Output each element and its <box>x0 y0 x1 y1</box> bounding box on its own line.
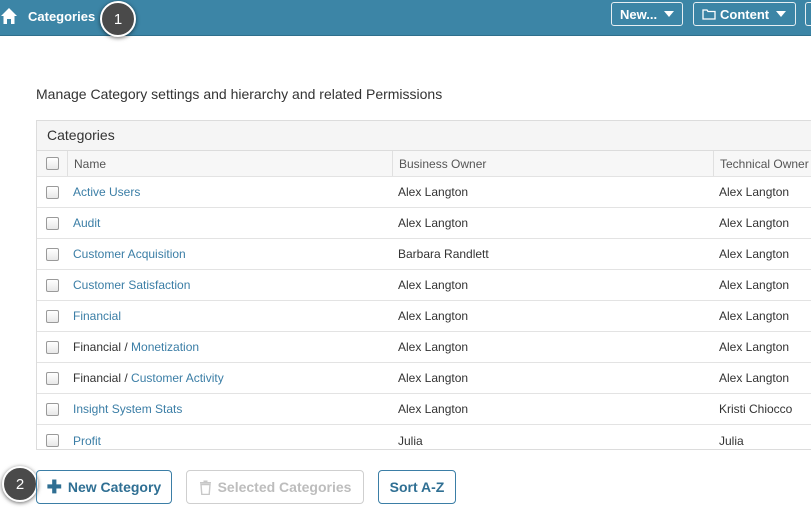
folder-icon <box>702 9 716 20</box>
table-row: Customer Satisfaction Alex Langton Alex La… <box>37 270 811 301</box>
chevron-down-icon <box>664 11 675 17</box>
table-row: Active Users Alex Langton Alex Langton <box>37 177 811 208</box>
category-link[interactable]: Monetization <box>131 340 199 354</box>
technical-owner: Alex Langton <box>719 309 790 323</box>
step-marker-1: 1 <box>100 1 136 37</box>
new-category-button[interactable]: ✚ New Category <box>36 470 172 504</box>
overflow-button[interactable] <box>805 2 811 26</box>
step-marker-2: 2 <box>2 466 38 502</box>
category-link[interactable]: Customer Activity <box>131 371 224 385</box>
table-row: Customer Acquisition Barbara Randlett Alex… <box>37 239 811 270</box>
categories-panel: Categories Name Business Owner Technical… <box>36 120 811 450</box>
selected-categories-label: Selected Categories <box>217 479 352 495</box>
business-owner: Alex Langton <box>398 278 469 292</box>
table-row: Insight System Stats Alex Langton Kristi C… <box>37 394 811 425</box>
business-owner: Alex Langton <box>398 340 469 354</box>
technical-owner: Alex Langton <box>719 371 790 385</box>
sort-az-button[interactable]: Sort A-Z <box>378 470 456 504</box>
row-checkbox[interactable] <box>45 278 59 292</box>
parent-category: Financial / <box>73 371 132 385</box>
row-checkbox[interactable] <box>45 185 59 199</box>
business-owner: Julia <box>398 433 423 448</box>
row-checkbox[interactable] <box>45 402 59 416</box>
business-owner: Barbara Randlett <box>398 247 489 261</box>
new-menu-button[interactable]: New... <box>611 2 683 26</box>
row-checkbox[interactable] <box>45 371 59 385</box>
category-link[interactable]: Profit <box>73 434 101 448</box>
category-link[interactable]: Customer Satisfaction <box>73 278 190 292</box>
parent-category: Financial / <box>73 340 132 354</box>
row-checkbox[interactable] <box>45 434 59 447</box>
technical-owner: Alex Langton <box>719 185 790 199</box>
category-link[interactable]: Audit <box>73 216 100 230</box>
table-header-row: Name Business Owner Technical Owner <box>37 151 811 177</box>
selected-categories-button[interactable]: Selected Categories <box>186 470 364 504</box>
table-row: Audit Alex Langton Alex Langton <box>37 208 811 239</box>
row-checkbox[interactable] <box>45 247 59 261</box>
row-checkbox[interactable] <box>45 216 59 230</box>
chevron-down-icon <box>776 11 787 17</box>
business-owner: Alex Langton <box>398 185 469 199</box>
business-owner: Alex Langton <box>398 216 469 230</box>
new-menu-label: New... <box>620 6 658 22</box>
column-header-business-owner[interactable]: Business Owner <box>392 151 486 176</box>
category-link[interactable]: Active Users <box>73 185 140 199</box>
select-all-checkbox[interactable] <box>45 157 59 170</box>
table-row: Profit Julia Julia <box>37 425 811 456</box>
content-menu-label: Content <box>720 6 770 22</box>
column-header-name[interactable]: Name <box>67 151 106 176</box>
technical-owner: Julia <box>719 433 744 448</box>
page-description: Manage Category settings and hierarchy a… <box>36 86 443 102</box>
home-icon[interactable] <box>0 6 18 26</box>
new-category-label: New Category <box>67 479 162 495</box>
trash-icon <box>199 480 211 495</box>
plus-icon: ✚ <box>46 477 62 497</box>
panel-title: Categories <box>37 121 811 151</box>
content-menu-button[interactable]: Content <box>693 2 796 26</box>
business-owner: Alex Langton <box>398 309 469 323</box>
business-owner: Alex Langton <box>398 371 469 385</box>
column-header-technical-owner[interactable]: Technical Owner <box>713 151 809 176</box>
category-link[interactable]: Insight System Stats <box>73 402 182 416</box>
business-owner: Alex Langton <box>398 402 469 416</box>
row-checkbox[interactable] <box>45 340 59 354</box>
table-row: Financial / Customer Activity Alex Langto… <box>37 363 811 394</box>
category-link[interactable]: Customer Acquisition <box>73 247 186 261</box>
technical-owner: Alex Langton <box>719 216 790 230</box>
table-row: Financial / Monetization Alex Langton Alex… <box>37 332 811 363</box>
technical-owner: Alex Langton <box>719 247 790 261</box>
row-checkbox[interactable] <box>45 309 59 323</box>
technical-owner: Alex Langton <box>719 340 790 354</box>
sort-az-label: Sort A-Z <box>389 479 445 495</box>
table-row: Financial Alex Langton Alex Langton <box>37 301 811 332</box>
breadcrumb-categories[interactable]: Categories <box>28 9 95 24</box>
category-link[interactable]: Financial <box>73 309 121 323</box>
technical-owner: Alex Langton <box>719 278 790 292</box>
technical-owner: Kristi Chiocco <box>719 402 793 416</box>
